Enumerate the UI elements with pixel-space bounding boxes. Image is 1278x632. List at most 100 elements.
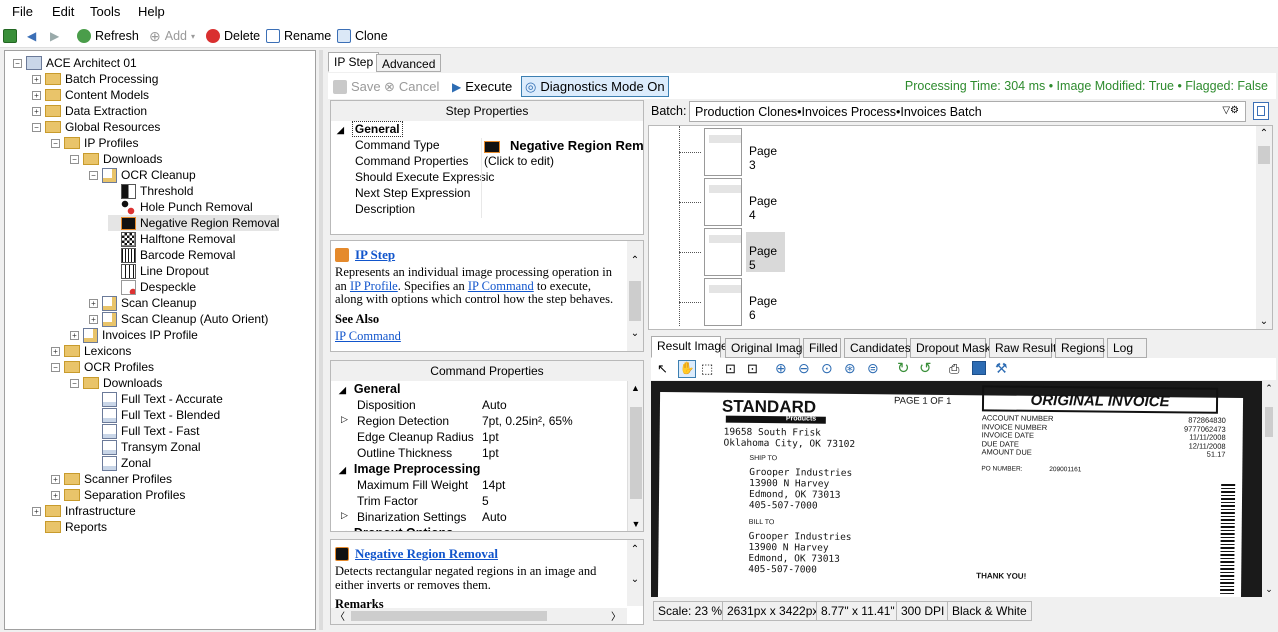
tree-node[interactable]: − ACE Architect 01 (13, 55, 137, 71)
scroll-down-icon[interactable]: ⌄ (1262, 584, 1276, 595)
collapse-icon[interactable]: − (70, 154, 79, 164)
scroll-thumb[interactable] (1258, 146, 1270, 164)
zoom-out-icon[interactable]: ⊖ (798, 360, 810, 377)
scroll-thumb[interactable] (629, 281, 641, 321)
diagnostics-mode-button[interactable]: ◎ Diagnostics Mode On (521, 76, 669, 97)
collapse-icon[interactable]: − (89, 170, 98, 180)
menu-file[interactable]: File (12, 4, 33, 19)
collapse-icon[interactable]: − (51, 362, 60, 372)
delete-button[interactable]: Delete (206, 27, 260, 45)
page-thumbnail[interactable] (704, 128, 742, 176)
scroll-up-icon[interactable]: ⌃ (1262, 383, 1276, 394)
page-thumbnail[interactable] (704, 178, 742, 226)
scroll-up-icon[interactable]: ⌃ (627, 255, 643, 266)
scroll-up-icon[interactable]: ▲ (628, 383, 643, 393)
tree-node[interactable]: Hole Punch Removal (108, 199, 253, 215)
category-general[interactable]: ◢ General (337, 121, 403, 138)
collapse-icon[interactable]: − (70, 378, 79, 388)
tree-node[interactable]: Transym Zonal (89, 439, 201, 455)
property-value[interactable]: 1pt (479, 430, 499, 446)
scroll-thumb[interactable] (351, 611, 547, 621)
back-button[interactable]: ◀ (27, 27, 36, 45)
property-value[interactable]: 5 (479, 494, 489, 510)
command-properties-scrollbar[interactable]: ▲ ▼ (627, 381, 643, 531)
ip-command-link[interactable]: IP Command (468, 279, 534, 293)
expand-icon[interactable]: + (32, 90, 41, 100)
property-value[interactable]: 14pt (479, 478, 505, 494)
property-value[interactable]: Auto (479, 398, 507, 414)
help-hscrollbar[interactable]: 〈 〉 (331, 608, 627, 624)
execute-button[interactable]: ▶ Execute (449, 76, 515, 97)
cancel-button[interactable]: ⊗ Cancel (381, 76, 442, 97)
tree-node[interactable]: + Scanner Profiles (51, 471, 172, 487)
image-tab[interactable]: Raw Result (989, 338, 1056, 358)
menu-help[interactable]: Help (138, 4, 165, 19)
image-tab[interactable]: Filled (803, 338, 841, 358)
property-value[interactable]: (Click to edit) (481, 154, 643, 170)
zoom-fit-icon[interactable]: ⊛ (844, 360, 856, 377)
page-list-scrollbar[interactable]: ⌃ ⌄ (1256, 126, 1272, 329)
scroll-down-icon[interactable]: ⌄ (1256, 316, 1272, 327)
tree-node[interactable]: + Invoices IP Profile (70, 327, 198, 343)
page-thumbnail[interactable] (704, 278, 742, 326)
collapse-icon[interactable]: − (13, 58, 22, 68)
zoom-in-icon[interactable]: ⊕ (775, 360, 787, 377)
property-value[interactable] (481, 186, 643, 202)
print-icon[interactable]: ⎙ (949, 361, 959, 377)
tree-node[interactable]: − Global Resources (32, 119, 160, 135)
splitter[interactable] (319, 50, 323, 630)
forward-button[interactable]: ▶ (50, 27, 59, 45)
refresh-button[interactable]: Refresh (77, 27, 139, 45)
tree-node[interactable]: − OCR Profiles (51, 359, 154, 375)
tab-advanced[interactable]: Advanced (376, 54, 442, 72)
expand-icon[interactable]: + (89, 314, 98, 324)
scroll-left-icon[interactable]: 〈 (335, 608, 345, 623)
tree-node[interactable]: Despeckle (108, 279, 196, 295)
add-button[interactable]: ⊕ Add ▾ (149, 27, 195, 45)
scroll-down-icon[interactable]: ⌄ (627, 574, 643, 585)
clone-button[interactable]: Clone (337, 27, 388, 45)
image-tab[interactable]: Original Image (725, 338, 809, 358)
tree-node[interactable]: + Data Extraction (32, 103, 147, 119)
tree-node[interactable]: Negative Region Removal (108, 215, 280, 231)
batch-viewer-button[interactable] (1253, 102, 1269, 120)
expand-icon[interactable]: + (70, 330, 79, 340)
expand-icon[interactable]: + (51, 346, 60, 356)
image-viewer[interactable]: STANDARD Products PAGE 1 OF 1 ORIGINAL I… (651, 381, 1276, 597)
tree-node[interactable]: Barcode Removal (108, 247, 235, 263)
rotate-right-icon[interactable]: ↻ (897, 359, 910, 377)
scroll-up-icon[interactable]: ⌃ (1256, 128, 1272, 139)
help-scrollbar[interactable]: ⌃ ⌄ (627, 241, 643, 351)
category-row[interactable]: ◢ Dropout Options (339, 526, 453, 531)
expand-icon[interactable]: ▷ (341, 510, 348, 526)
tree-node[interactable]: + Scan Cleanup (Auto Orient) (89, 311, 268, 327)
image-tab[interactable]: Candidates (844, 338, 911, 358)
zoom-actual-icon[interactable]: ⊙ (821, 360, 833, 377)
rename-button[interactable]: Rename (266, 27, 331, 45)
pan-hand-icon[interactable]: ✋ (678, 360, 696, 378)
expand-icon[interactable]: + (51, 490, 60, 500)
expand-icon[interactable]: + (32, 106, 41, 116)
tree-node[interactable]: + Separation Profiles (51, 487, 185, 503)
tree-node[interactable]: + Content Models (32, 87, 149, 103)
property-value[interactable]: Auto (479, 510, 507, 526)
pointer-icon[interactable]: ↖ (657, 361, 668, 377)
property-value[interactable]: 1pt (479, 446, 499, 462)
expand-icon[interactable]: + (32, 506, 41, 516)
tree-node[interactable]: + Lexicons (51, 343, 131, 359)
image-tab[interactable]: Result Image (651, 336, 728, 358)
see-also-ip-command-link[interactable]: IP Command (335, 329, 401, 344)
tree-node[interactable]: Halftone Removal (108, 231, 235, 247)
tree-node[interactable]: − IP Profiles (51, 135, 138, 151)
zoom-region-icon[interactable]: ⊡ (725, 361, 736, 377)
tree-node[interactable]: + Infrastructure (32, 503, 136, 519)
tree-node[interactable]: + Scan Cleanup (89, 295, 196, 311)
expand-icon[interactable]: + (32, 74, 41, 84)
ip-step-help-title[interactable]: IP Step (355, 247, 395, 263)
ip-profile-link[interactable]: IP Profile (350, 279, 398, 293)
tree-node[interactable]: Full Text - Fast (89, 423, 199, 439)
menu-edit[interactable]: Edit (52, 4, 74, 19)
zoom-page-icon[interactable]: ⊡ (747, 361, 758, 377)
property-value[interactable]: 7pt, 0.25in², 65% (479, 414, 573, 430)
tree-node[interactable]: − Downloads (70, 151, 162, 167)
